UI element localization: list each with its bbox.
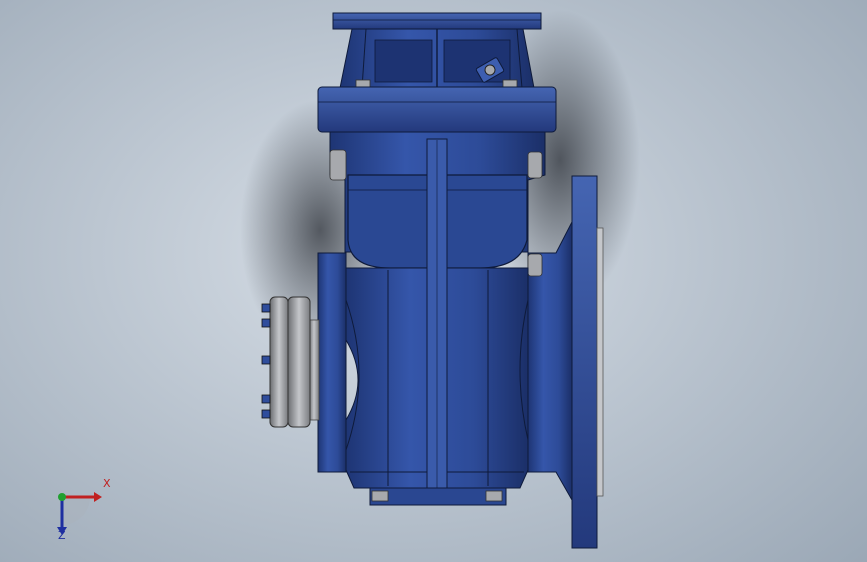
foot-bolt	[371, 490, 389, 502]
top-flange-plate[interactable]	[332, 12, 542, 30]
adapter-window	[443, 39, 511, 83]
right-boss	[527, 253, 543, 277]
coupling-disc[interactable]	[269, 296, 289, 428]
coupling-bolt	[261, 318, 271, 328]
output-flange-face	[596, 227, 604, 497]
output-flange[interactable]	[571, 175, 598, 549]
adapter-bolt	[502, 79, 518, 88]
coupling-bolt	[261, 394, 271, 404]
coupling-disc[interactable]	[287, 296, 311, 428]
foot-bolt	[485, 490, 503, 502]
right-boss	[527, 151, 543, 179]
z-axis-label: Z	[58, 529, 66, 542]
adapter-window	[374, 39, 433, 83]
left-boss	[329, 149, 347, 181]
triad-icon	[57, 492, 102, 535]
input-hub[interactable]	[317, 252, 347, 473]
cad-viewport[interactable]: X Z	[0, 0, 867, 562]
coupling-bolt	[261, 303, 271, 313]
motor-flange[interactable]	[317, 86, 557, 133]
adapter-bolt	[355, 79, 371, 88]
gearbox-model[interactable]	[0, 0, 867, 562]
coupling-bolt	[261, 409, 271, 419]
x-axis-label: X	[103, 477, 111, 490]
coordinate-triad: X Z	[40, 475, 130, 555]
coupling-bolt	[261, 355, 271, 365]
